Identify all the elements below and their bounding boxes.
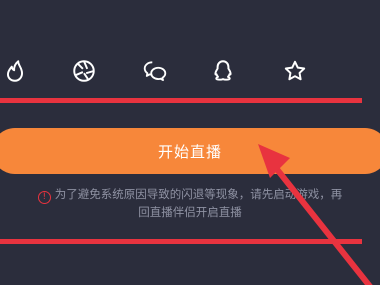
wechat-icon[interactable]: [140, 56, 170, 86]
flame-icon[interactable]: [0, 56, 30, 86]
warning-icon: !: [37, 191, 51, 204]
qq-icon[interactable]: [208, 56, 238, 86]
star-icon[interactable]: [280, 56, 310, 86]
start-live-button-label: 开始直播: [157, 142, 222, 161]
start-live-button[interactable]: 开始直播: [0, 128, 380, 174]
notice-text-1: 为了避免系统原因导致的闪退等现象，请先启动游戏，再: [54, 187, 343, 201]
annotation-line-bottom: [0, 239, 362, 244]
launch-notice: ! 为了避免系统原因导致的闪退等现象，请先启动游戏，再 回直播伴侣开启直播: [0, 186, 380, 220]
aperture-icon[interactable]: [69, 56, 99, 86]
notice-line-2: 回直播伴侣开启直播: [138, 205, 242, 219]
notice-line-1: ! 为了避免系统原因导致的闪退等现象，请先启动游戏，再: [0, 186, 380, 204]
share-icon-row: [0, 50, 380, 90]
annotation-line-top: [0, 98, 362, 103]
